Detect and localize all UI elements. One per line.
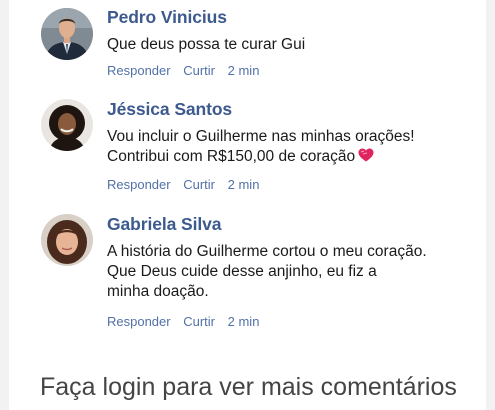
comment-author[interactable]: Gabriela Silva — [107, 214, 221, 235]
comment-text: Que deus possa te curar Gui — [107, 35, 477, 55]
comment-actions: Responder Curtir 2 min — [107, 63, 268, 78]
avatar[interactable] — [41, 8, 93, 60]
like-link[interactable]: Curtir — [183, 63, 215, 78]
comment-text-line-with-emoji: Contribui com R$150,00 de coração — [107, 147, 477, 167]
avatar[interactable] — [41, 214, 93, 266]
reply-link[interactable]: Responder — [107, 177, 171, 192]
login-prompt[interactable]: Faça login para ver mais comentários — [40, 373, 457, 402]
comment-author[interactable]: Pedro Vinicius — [107, 7, 227, 28]
like-link[interactable]: Curtir — [183, 177, 215, 192]
avatar[interactable] — [41, 99, 93, 151]
comment-timestamp: 2 min — [227, 314, 260, 329]
comment-timestamp: 2 min — [227, 63, 260, 78]
comment-actions: Responder Curtir 2 min — [107, 314, 268, 329]
comment-text: A história do Guilherme cortou o meu cor… — [107, 242, 477, 302]
reply-link[interactable]: Responder — [107, 314, 171, 329]
comments-panel: Pedro Vinicius Que deus possa te curar G… — [9, 0, 486, 410]
comment-text-line: A história do Guilherme cortou o meu cor… — [107, 243, 427, 260]
comment-text-line: Vou incluir o Guilherme nas minhas oraçõ… — [107, 128, 415, 145]
comment-text-line: Que Deus cuide desse anjinho, eu fiz a — [107, 263, 377, 280]
comment-text: Vou incluir o Guilherme nas minhas oraçõ… — [107, 127, 477, 167]
comment-text-line: Contribui com R$150,00 de coração — [107, 148, 356, 165]
comment-actions: Responder Curtir 2 min — [107, 177, 268, 192]
reply-link[interactable]: Responder — [107, 63, 171, 78]
comment-timestamp: 2 min — [227, 177, 260, 192]
comment-text-line: minha doação. — [107, 283, 209, 300]
comment-author[interactable]: Jéssica Santos — [107, 99, 232, 120]
heart-icon — [358, 148, 374, 162]
comment-text-line: Que deus possa te curar Gui — [107, 36, 306, 53]
like-link[interactable]: Curtir — [183, 314, 215, 329]
